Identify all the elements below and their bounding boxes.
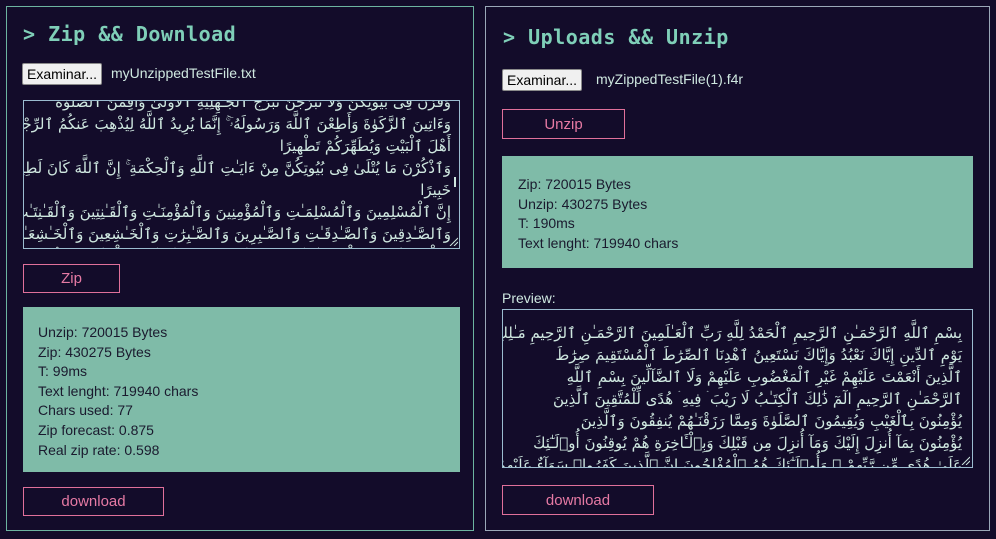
preview-text-lines: بِسْمِ ٱللَّهِ ٱلرَّحْمَـٰنِ ٱلرَّحِيمِ … bbox=[502, 322, 962, 468]
source-text-area[interactable]: وَقَرْنَ فِى بُيُوتِكُنَّ وَلَا تَبَرَّج… bbox=[23, 100, 460, 249]
text-line: يُؤْمِنُونَ بِٱلْغَيْبِ وَيُقِيمُونَ ٱلص… bbox=[580, 412, 962, 430]
stat-chars-used: Chars used: 77 bbox=[38, 402, 133, 419]
stat-real-zip-rate: Real zip rate: 0.598 bbox=[38, 441, 160, 458]
text-line: يَوْمِ ٱلدِّينِ إِيَّاكَ نَعْبُدُ وَإِيَ… bbox=[555, 346, 962, 364]
text-line: بِسْمِ ٱللَّهِ ٱلرَّحْمَـٰنِ ٱلرَّحِيمِ … bbox=[502, 324, 962, 342]
unzip-button[interactable]: Unzip bbox=[502, 109, 625, 139]
text-line: يُؤْمِنُونَ بِمَآ أُنزِلَ إِلَيْكَ وَمَآ… bbox=[533, 434, 962, 452]
stat-zip-size: Zip: 720015 Bytes bbox=[518, 176, 631, 192]
text-line: وَٱذْكُرْنَ مَا يُتْلَىٰ فِى بُيُوتِكُنَ… bbox=[23, 159, 451, 177]
unzip-panel-title: > Uploads && Unzip bbox=[503, 25, 729, 49]
download-zip-button[interactable]: download bbox=[23, 487, 164, 516]
upload-unzip-panel: > Uploads && Unzip Examinar... myZippedT… bbox=[485, 6, 990, 531]
text-line: وَقَرْنَ فِى بُيُوتِكُنَّ وَلَا تَبَرَّج… bbox=[55, 100, 451, 111]
preview-label: Preview: bbox=[502, 290, 556, 306]
resize-grip-icon[interactable] bbox=[448, 236, 458, 246]
file-browse-button[interactable]: Examinar... bbox=[22, 63, 103, 85]
text-line: وَٱلْمُتَصَدِّقِينَ وَٱلْمُتَصَدِّقَـٰتِ… bbox=[24, 245, 451, 248]
stat-time: T: 190ms bbox=[518, 215, 575, 232]
text-line: وَءَاتِينَ ٱلزَّكَوٰةَ وَأَطِعْنَ ٱللَّه… bbox=[23, 115, 451, 133]
text-line: إِنَّ ٱلْمُسْلِمِينَ وَٱلْمُسْلِمَـٰتِ و… bbox=[23, 203, 451, 221]
stat-text-length: Text lenght: 719940 chars bbox=[518, 234, 679, 251]
resize-grip-icon[interactable] bbox=[960, 455, 970, 465]
text-line: أَهْلَ ٱلْبَيْتِ وَيُطَهِّرَكُمْ تَطْهِي… bbox=[279, 137, 451, 155]
stat-text-length: Text lenght: 719940 chars bbox=[38, 382, 199, 399]
text-line: ٱلرَّحْمَـٰنِ ٱلرَّحِيمِ الٓمٓ ذَٰلِكَ ٱ… bbox=[553, 390, 962, 408]
selected-file-name: myUnzippedTestFile.txt bbox=[111, 65, 256, 81]
selected-file-name: myZippedTestFile(1).f4r bbox=[596, 71, 744, 87]
preview-text-area[interactable]: بِسْمِ ٱللَّهِ ٱلرَّحْمَـٰنِ ٱلرَّحِيمِ … bbox=[502, 309, 973, 468]
text-line: وَٱلصَّـٰدِقِينَ وَٱلصَّـٰدِقَـٰتِ وَٱلص… bbox=[23, 225, 451, 243]
zip-panel-title: > Zip && Download bbox=[23, 22, 237, 46]
text-line: عَلَىٰ هُدًى مِّن رَّبِّهِمْ ۖ وَأُو۟لَـ… bbox=[502, 456, 962, 468]
unzip-stats-box: Zip: 720015 Bytes Unzip: 430275 Bytes T:… bbox=[502, 156, 973, 268]
download-unzip-button[interactable]: download bbox=[502, 485, 654, 515]
stat-unzip-size: Unzip: 720015 Bytes bbox=[38, 324, 168, 340]
text-line: خَبِيرًا bbox=[420, 181, 451, 199]
stat-zip-forecast: Zip forecast: 0.875 bbox=[38, 421, 154, 438]
source-text-lines: وَقَرْنَ فِى بُيُوتِكُنَّ وَلَا تَبَرَّج… bbox=[23, 100, 451, 248]
zip-button[interactable]: Zip bbox=[23, 264, 120, 293]
stat-time: T: 99ms bbox=[38, 363, 88, 380]
textarea-scrollbar[interactable] bbox=[454, 177, 456, 187]
stat-zip-size: Zip: 430275 Bytes bbox=[38, 343, 151, 360]
file-browse-button[interactable]: Examinar... bbox=[502, 69, 583, 91]
zip-download-panel: > Zip && Download Examinar... myUnzipped… bbox=[6, 6, 474, 531]
zip-stats-box: Unzip: 720015 Bytes Zip: 430275 Bytes T:… bbox=[23, 307, 460, 472]
stat-unzip-size: Unzip: 430275 Bytes bbox=[518, 195, 648, 212]
text-line: ٱلَّذِينَ أَنْعَمْتَ عَلَيْهِمْ غَيْرِ ٱ… bbox=[566, 368, 962, 386]
